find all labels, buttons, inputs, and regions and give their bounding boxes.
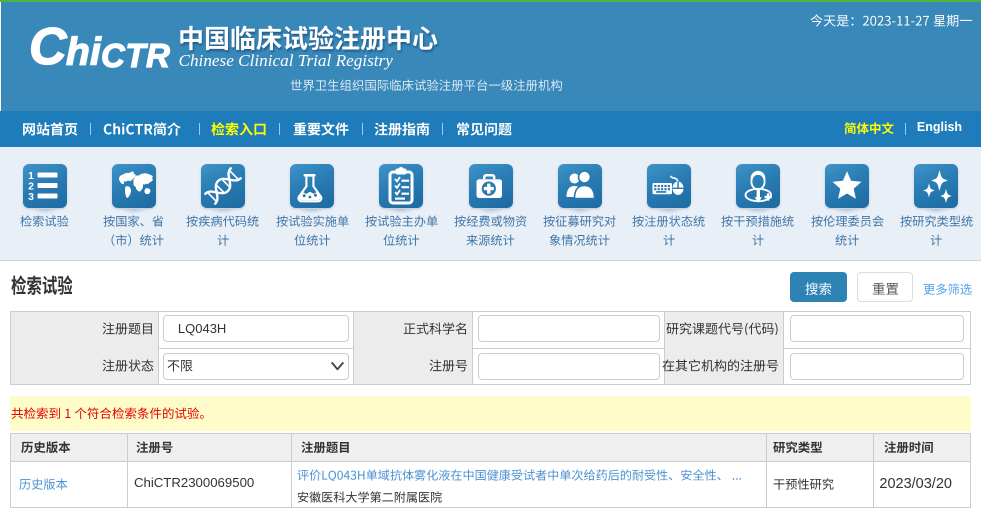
svg-text:3: 3 bbox=[28, 191, 34, 203]
